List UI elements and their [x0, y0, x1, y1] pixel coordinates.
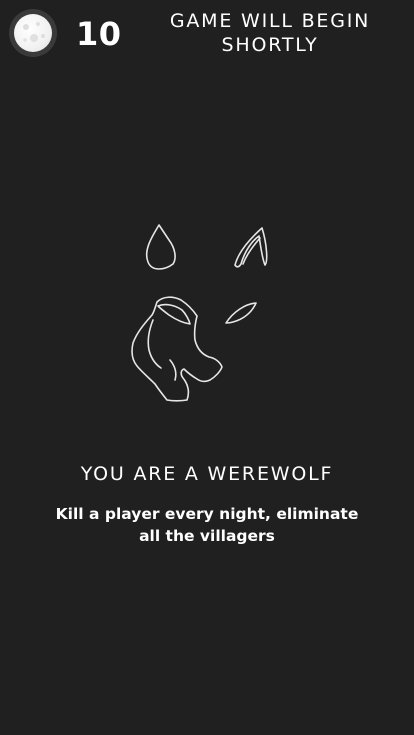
game-status-text: GAME WILL BEGIN SHORTLY: [169, 10, 371, 56]
top-bar: 10 GAME WILL BEGIN SHORTLY: [0, 0, 414, 70]
role-description: Kill a player every night, eliminate all…: [55, 505, 359, 545]
werewolf-icon: [125, 220, 275, 410]
countdown-timer: 10: [76, 15, 122, 53]
full-moon-icon: [9, 9, 57, 57]
role-title: YOU ARE A WEREWOLF: [80, 463, 334, 485]
